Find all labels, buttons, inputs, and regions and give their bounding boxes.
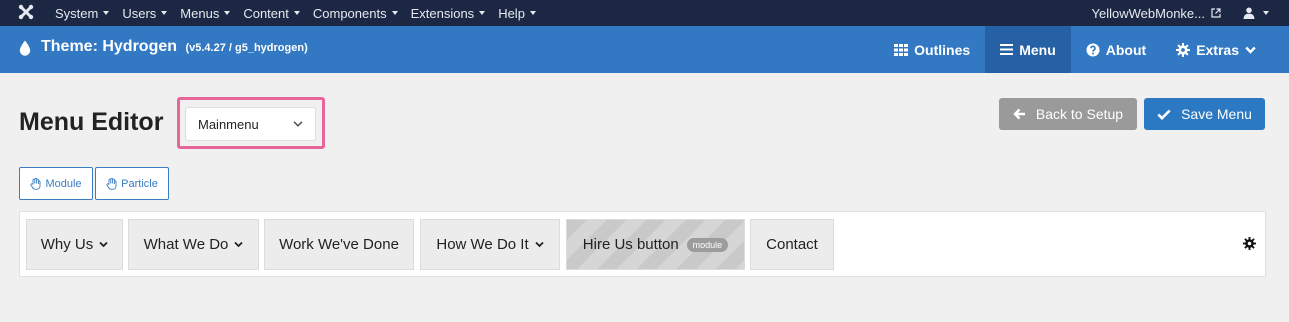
menu-items-bar: Why Us What We Do Work We've Done How We…: [19, 211, 1266, 277]
menu-item-how-we-do-it[interactable]: How We Do It: [420, 219, 560, 270]
nav-label: Outlines: [914, 41, 971, 58]
menu-item-contact[interactable]: Contact: [750, 219, 834, 270]
menu-item-what-we-do[interactable]: What We Do: [128, 219, 259, 270]
menu-item-label: Work We've Done: [279, 236, 399, 253]
chevron-down-icon: [1245, 46, 1256, 54]
site-link-label: YellowWebMonke...: [1091, 5, 1205, 21]
nav-label: About: [1105, 41, 1147, 58]
check-icon: [1157, 109, 1171, 120]
topbar-menu-components[interactable]: Components: [313, 6, 398, 21]
module-badge: module: [686, 237, 729, 252]
chevron-down-icon: [234, 241, 244, 248]
menu-item-label: Why Us: [40, 236, 94, 253]
caret-down-icon: [479, 11, 486, 15]
caret-down-icon: [391, 11, 398, 15]
arrow-left-icon: [1013, 108, 1025, 120]
menu-label: Menus: [180, 5, 220, 21]
chevron-down-icon: [99, 241, 108, 248]
module-drag-button[interactable]: Module: [19, 167, 93, 200]
nav-label: Menu: [1019, 41, 1056, 58]
nav-menu[interactable]: Menu: [985, 26, 1071, 73]
menu-item-label: What We Do: [143, 236, 229, 253]
question-circle-icon: [1086, 43, 1100, 56]
particle-label: Particle: [121, 177, 158, 190]
theme-title-text: Theme: Hydrogen: [41, 38, 178, 55]
menu-label: Components: [312, 5, 387, 21]
topbar-menu-system[interactable]: System: [55, 5, 110, 21]
caret-down-icon: [293, 11, 300, 15]
caret-down-icon: [161, 11, 168, 15]
caret-down-icon: [224, 11, 231, 15]
back-to-setup-label: Back to Setup: [1035, 106, 1124, 122]
joomla-logo-icon[interactable]: [18, 4, 34, 20]
gear-icon: [1176, 42, 1191, 57]
menu-label: Users: [122, 5, 157, 21]
caret-down-icon: [103, 11, 110, 15]
menu-item-label: Contact: [766, 236, 818, 253]
droplet-icon: [19, 40, 31, 56]
hand-icon: [106, 177, 117, 190]
grid-icon: [894, 43, 909, 56]
gear-icon[interactable]: [1243, 237, 1256, 250]
topbar-right: YellowWebMonke...: [1092, 0, 1269, 26]
caret-down-icon: [529, 11, 536, 15]
topbar-menu-content[interactable]: Content: [243, 6, 300, 21]
topbar-menu: System Users Menus Content Components Ex…: [55, 0, 549, 26]
back-to-setup-button[interactable]: Back to Setup: [999, 98, 1137, 130]
hand-icon: [30, 177, 41, 190]
external-link-icon: [1211, 8, 1221, 18]
menu-label: Extensions: [410, 5, 475, 21]
menu-item-why-us[interactable]: Why Us: [26, 219, 123, 270]
admin-topbar: System Users Menus Content Components Ex…: [0, 0, 1289, 26]
nav-extras[interactable]: Extras: [1161, 26, 1271, 73]
topbar-menu-users[interactable]: Users: [122, 5, 168, 21]
save-menu-label: Save Menu: [1181, 106, 1252, 122]
menu-item-work-weve-done[interactable]: Work We've Done: [264, 219, 414, 270]
menu-select[interactable]: Mainmenu: [185, 107, 316, 141]
site-link[interactable]: YellowWebMonke...: [1092, 6, 1221, 21]
menu-label: Help: [498, 5, 525, 21]
particle-drag-button[interactable]: Particle: [95, 167, 169, 200]
nav-outlines[interactable]: Outlines: [879, 26, 985, 73]
user-icon: [1243, 7, 1255, 19]
menu-select-value: Mainmenu: [198, 116, 259, 132]
caret-down-icon: [1263, 11, 1269, 15]
module-label: Module: [45, 177, 82, 190]
menu-item-label: Hire Us button: [582, 236, 679, 253]
menu-select-highlight: Mainmenu: [177, 97, 325, 149]
chevron-down-icon: [293, 121, 303, 127]
nav-label: Extras: [1196, 41, 1239, 58]
nav-about[interactable]: About: [1071, 26, 1161, 73]
theme-version: (v5.4.27 / g5_hydrogen): [185, 42, 308, 54]
theme-nav: Outlines Menu About Extras: [879, 26, 1271, 73]
chevron-down-icon: [534, 241, 544, 248]
save-menu-button[interactable]: Save Menu: [1144, 98, 1265, 130]
topbar-menu-menus[interactable]: Menus: [180, 5, 231, 21]
menu-label: Content: [243, 5, 289, 21]
menu-label: System: [55, 5, 99, 21]
topbar-menu-extensions[interactable]: Extensions: [411, 6, 486, 21]
page-title: Menu Editor: [19, 108, 164, 136]
bars-icon: [1000, 44, 1014, 55]
theme-header: Theme: Hydrogen (v5.4.27 / g5_hydrogen) …: [0, 26, 1289, 73]
menu-item-hire-us-button[interactable]: Hire Us button module: [566, 219, 745, 270]
topbar-menu-help[interactable]: Help: [498, 6, 536, 21]
menu-item-label: How We Do It: [436, 236, 529, 253]
theme-title: Theme: Hydrogen (v5.4.27 / g5_hydrogen): [41, 38, 308, 56]
user-menu[interactable]: [1243, 7, 1269, 19]
